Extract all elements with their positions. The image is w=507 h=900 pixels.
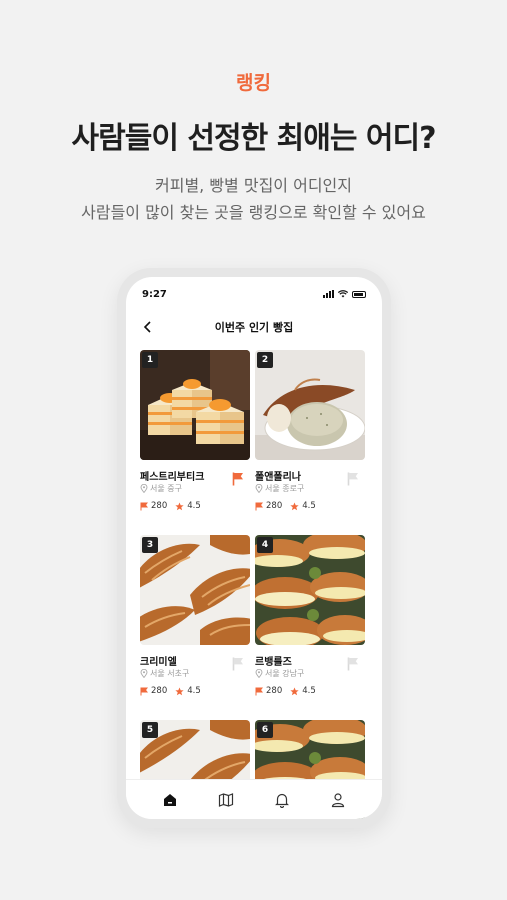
bakery-location-text: 서울 종로구 xyxy=(265,484,305,493)
bookmark-flag-icon[interactable] xyxy=(232,472,244,486)
subtitle-line-1: 커피별, 빵별 맛집이 어디인지 xyxy=(155,176,352,195)
bakery-stats: 280 4.5 xyxy=(140,501,201,511)
chevron-left-icon xyxy=(143,321,151,333)
bakery-photo-egg-roll: 4 xyxy=(255,535,365,645)
bookmark-flag-icon[interactable] xyxy=(347,472,359,486)
section-tag: 랭킹 xyxy=(236,72,271,94)
rating: 4.5 xyxy=(187,686,201,696)
bakery-location: 서울 서초구 xyxy=(140,668,189,679)
rank-badge: 3 xyxy=(142,537,158,553)
bakery-card-4[interactable]: 4 르뱅룰즈 서울 강남구 280 4.5 xyxy=(255,535,365,696)
tab-notifications[interactable] xyxy=(269,787,295,813)
tab-map[interactable] xyxy=(213,787,239,813)
rating: 4.5 xyxy=(187,501,201,511)
bakery-name: 폴앤폴리나 xyxy=(255,472,301,483)
bakery-location-text: 서울 중구 xyxy=(150,484,182,493)
nav-bar: 이번주 인기 빵집 xyxy=(126,315,382,339)
map-icon xyxy=(218,792,234,807)
bakery-photo-croissant: 3 xyxy=(140,535,250,645)
bookmark-flag-icon[interactable] xyxy=(232,657,244,671)
rank-badge: 5 xyxy=(142,722,158,738)
phone-screen: 9:27 이번주 인기 빵집 1 페스트리부티크 서울 중구 280 4.5 2… xyxy=(126,277,382,819)
status-bar: 9:27 xyxy=(126,277,382,303)
flag-count: 280 xyxy=(266,686,283,696)
bakery-card-1[interactable]: 1 페스트리부티크 서울 중구 280 4.5 xyxy=(140,350,250,511)
flag-icon xyxy=(255,687,263,695)
star-icon xyxy=(175,501,184,510)
flag-icon xyxy=(255,502,263,510)
tab-bar xyxy=(126,779,382,819)
bakery-location: 서울 종로구 xyxy=(255,483,304,494)
wifi-icon xyxy=(338,290,348,298)
flag-count: 280 xyxy=(266,501,283,511)
bakery-card-2[interactable]: 2 폴앤폴리나 서울 종로구 280 4.5 xyxy=(255,350,365,511)
nav-title: 이번주 인기 빵집 xyxy=(214,321,294,334)
bakery-stats: 280 4.5 xyxy=(140,686,201,696)
location-pin-icon xyxy=(255,484,263,493)
bakery-name: 크리미엘 xyxy=(140,657,177,668)
bakery-location: 서울 강남구 xyxy=(255,668,304,679)
profile-icon xyxy=(331,792,345,807)
signal-icon xyxy=(323,290,334,298)
bakery-name: 페스트리부티크 xyxy=(140,472,205,483)
location-pin-icon xyxy=(140,669,148,678)
status-icons xyxy=(323,290,366,298)
back-button[interactable] xyxy=(138,317,158,337)
tab-profile[interactable] xyxy=(325,787,351,813)
bakery-stats: 280 4.5 xyxy=(255,686,316,696)
bakery-photo-bread-plate: 2 xyxy=(255,350,365,460)
flag-count: 280 xyxy=(151,501,168,511)
star-icon xyxy=(175,686,184,695)
home-icon xyxy=(164,793,176,806)
bakery-location: 서울 중구 xyxy=(140,483,182,494)
rank-badge: 2 xyxy=(257,352,273,368)
bakery-name: 르뱅룰즈 xyxy=(255,657,292,668)
tab-home[interactable] xyxy=(157,787,183,813)
bakery-location-text: 서울 강남구 xyxy=(265,669,305,678)
rank-badge: 1 xyxy=(142,352,158,368)
location-pin-icon xyxy=(255,669,263,678)
flag-icon xyxy=(140,502,148,510)
rank-badge: 4 xyxy=(257,537,273,553)
rating: 4.5 xyxy=(302,501,316,511)
flag-icon xyxy=(140,687,148,695)
bell-icon xyxy=(275,793,289,808)
location-pin-icon xyxy=(140,484,148,493)
bakery-card-3[interactable]: 3 크리미엘 서울 서초구 280 4.5 xyxy=(140,535,250,696)
star-icon xyxy=(290,686,299,695)
bakery-location-text: 서울 서초구 xyxy=(150,669,190,678)
bakery-stats: 280 4.5 xyxy=(255,501,316,511)
rank-badge: 6 xyxy=(257,722,273,738)
phone-mockup: 9:27 이번주 인기 빵집 1 페스트리부티크 서울 중구 280 4.5 2… xyxy=(117,268,391,828)
status-time: 9:27 xyxy=(142,288,167,300)
subtitle-line-2: 사람들이 많이 찾는 곳을 랭킹으로 확인할 수 있어요 xyxy=(81,203,426,222)
bookmark-flag-icon[interactable] xyxy=(347,657,359,671)
rating: 4.5 xyxy=(302,686,316,696)
flag-count: 280 xyxy=(151,686,168,696)
star-icon xyxy=(290,501,299,510)
battery-icon xyxy=(352,290,366,298)
headline: 사람들이 선정한 최애는 어디? xyxy=(71,121,437,156)
bakery-photo-layer-cake: 1 xyxy=(140,350,250,460)
